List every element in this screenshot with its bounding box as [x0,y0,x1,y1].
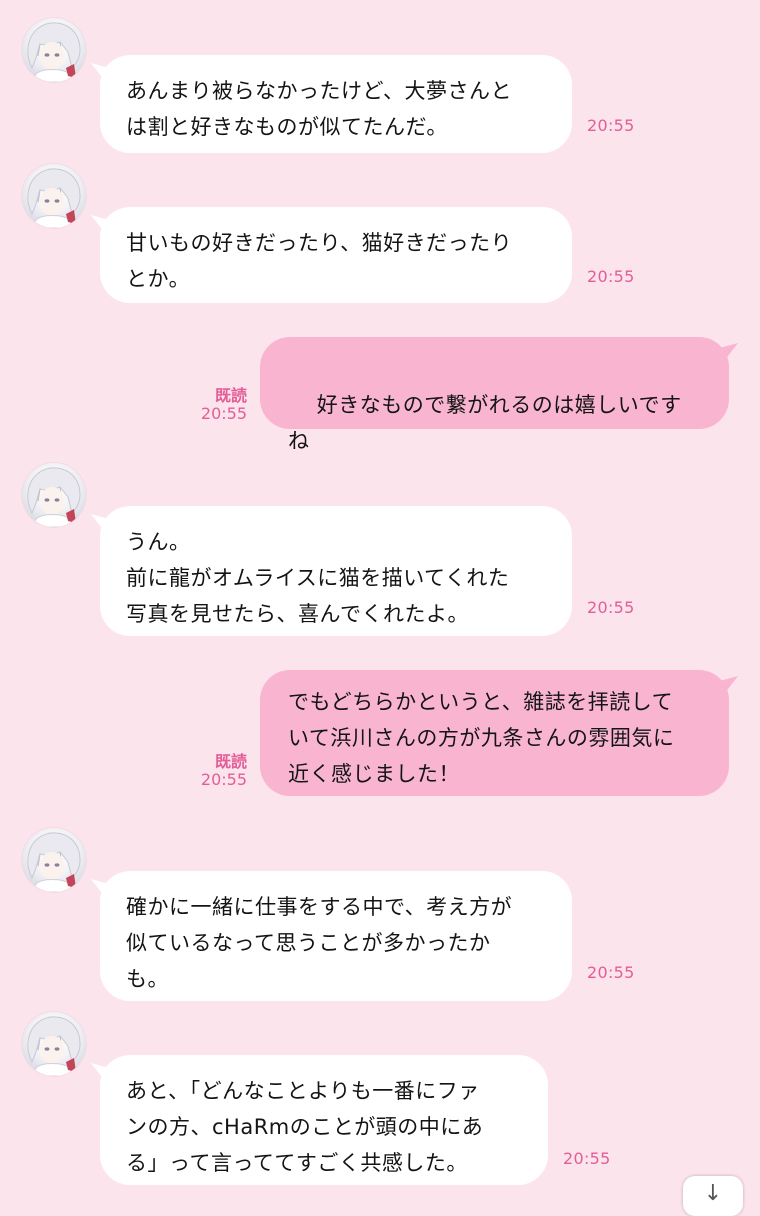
message-meta-outgoing: 既読 20:55 [185,387,247,423]
read-receipt: 既読 [214,752,247,771]
sender-avatar[interactable] [22,164,86,228]
message-bubble-incoming[interactable]: あと、「どんなことよりも一番にファ ンの方、cHaRmのことが頭の中にあ る」っ… [100,1055,548,1185]
message-bubble-incoming[interactable]: うん。 前に龍がオムライスに猫を描いてくれた 写真を見せたら、喜んでくれたよ。 [100,506,572,636]
character-portrait-icon [27,832,81,892]
message-bubble-outgoing[interactable]: 好きなもので繋がれるのは嬉しいですね [260,337,729,556]
scroll-to-bottom-button[interactable]: ↓ [683,1176,743,1216]
message-timestamp: 20:55 [200,404,247,423]
message-bubble-outgoing[interactable]: でもどちらかというと、雑誌を拝読して いて浜川さんの方が九条さんの雰囲気に 近く… [260,670,729,796]
message-text: 好きなもので繋がれるのは嬉しいですね [288,393,682,453]
character-portrait-icon [27,22,81,82]
character-portrait-icon [27,1016,81,1076]
message-timestamp: 20:55 [587,116,635,135]
message-bubble-incoming[interactable]: あんまり被らなかったけど、大夢さんと は割と好きなものが似てたんだ。 [100,55,572,153]
sender-avatar[interactable] [22,828,86,892]
message-timestamp: 20:55 [587,267,635,286]
message-timestamp: 20:55 [563,1149,611,1168]
sender-avatar[interactable] [22,463,86,527]
message-meta-outgoing: 既読 20:55 [185,753,247,789]
character-portrait-icon [27,168,81,228]
arrow-down-icon: ↓ [703,1181,723,1206]
message-bubble-incoming[interactable]: 確かに一緒に仕事をする中で、考え方が 似ているなって思うことが多かったか も。 [100,871,572,1001]
chat-thread[interactable]: あんまり被らなかったけど、大夢さんと は割と好きなものが似てたんだ。 20:55… [0,0,760,1216]
sender-avatar[interactable] [22,1012,86,1076]
message-timestamp: 20:55 [587,598,635,617]
message-timestamp: 20:55 [200,770,247,789]
message-timestamp: 20:55 [587,963,635,982]
sender-avatar[interactable] [22,18,86,82]
read-receipt: 既読 [214,386,247,405]
character-portrait-icon [27,467,81,527]
message-bubble-incoming[interactable]: 甘いもの好きだったり、猫好きだったり とか。 [100,207,572,303]
